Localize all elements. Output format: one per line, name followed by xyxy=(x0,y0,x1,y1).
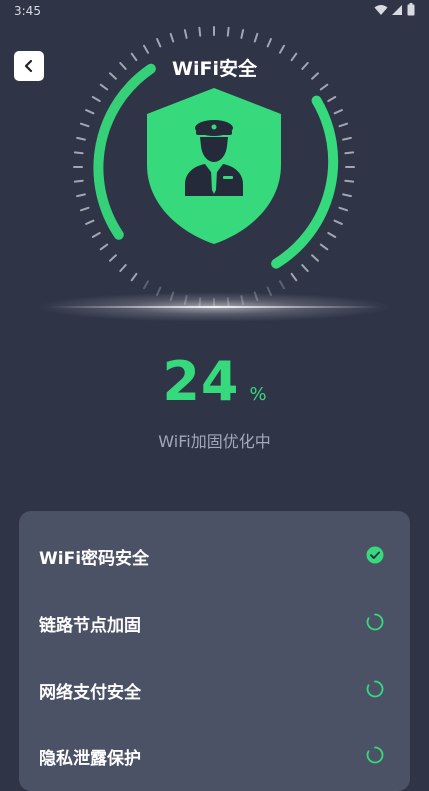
dial-tick xyxy=(143,44,149,54)
dial-tick xyxy=(319,83,329,91)
dial-tick xyxy=(91,232,101,238)
dial-tick xyxy=(143,280,149,290)
dial-tick xyxy=(301,264,309,272)
dial-tick xyxy=(73,151,84,155)
loading-spinner-icon xyxy=(366,680,384,698)
task-row: WiFi密码安全 xyxy=(19,535,410,575)
dial-tick xyxy=(226,26,230,37)
dial-tick xyxy=(85,109,95,115)
police-shield-icon xyxy=(147,88,281,244)
dial-tick xyxy=(344,151,355,155)
dial-tick xyxy=(266,38,272,48)
dial-tick xyxy=(338,122,349,128)
dial-tick xyxy=(156,38,162,48)
dial-tick xyxy=(342,193,352,198)
dial-tick xyxy=(130,272,138,282)
dial-tick xyxy=(240,29,245,39)
dial-tick xyxy=(333,219,343,225)
task-label: 链路节点加固 xyxy=(39,616,141,636)
page-title: WiFi安全 xyxy=(172,58,257,80)
dial-tick xyxy=(109,254,117,262)
dial-tick xyxy=(253,32,259,43)
progress-arc-left xyxy=(93,63,156,240)
dial-tick xyxy=(279,280,285,290)
dial-tick xyxy=(79,206,90,212)
dial-tick xyxy=(311,254,319,262)
task-label: WiFi密码安全 xyxy=(39,549,150,569)
dial-tick xyxy=(183,29,188,39)
dial-tick xyxy=(290,272,298,282)
task-list-card: WiFi密码安全 链路节点加固 网络支付安全 隐私泄露保护 xyxy=(19,511,410,791)
progress-arc-right xyxy=(271,95,339,269)
dial-tick xyxy=(91,96,101,102)
progress-percent: 24 xyxy=(162,350,240,413)
task-label: 网络支付安全 xyxy=(39,683,141,703)
dial-tick xyxy=(76,136,86,141)
task-row: 链路节点加固 xyxy=(19,602,410,642)
dial-tick xyxy=(79,122,90,128)
dial-tick xyxy=(333,109,343,115)
dial-tick xyxy=(99,243,109,251)
progress-unit: % xyxy=(249,384,267,405)
dial-tick xyxy=(73,179,84,183)
progress-readout: 24% xyxy=(0,350,429,414)
dial-tick xyxy=(338,206,349,212)
dial-glow-line xyxy=(50,306,380,308)
loading-spinner-icon xyxy=(366,746,384,764)
dial-tick xyxy=(85,219,95,225)
dial-tick xyxy=(327,96,337,102)
task-row: 网络支付安全 xyxy=(19,669,410,709)
task-label: 隐私泄露保护 xyxy=(39,749,141,769)
dial-tick xyxy=(99,83,109,91)
progress-status: WiFi加固优化中 xyxy=(158,432,271,451)
check-circle-icon xyxy=(366,546,384,564)
shield-dial xyxy=(73,26,355,308)
dial-tick xyxy=(76,193,86,198)
dial-tick xyxy=(198,26,202,37)
dial-tick xyxy=(342,136,352,141)
dial-tick xyxy=(119,264,127,272)
dial-tick xyxy=(344,179,355,183)
dial-tick xyxy=(327,232,337,238)
dial-tick xyxy=(169,32,175,43)
dial-tick xyxy=(319,243,329,251)
task-row: 隐私泄露保护 xyxy=(19,735,410,775)
loading-spinner-icon xyxy=(366,613,384,631)
dial-tick xyxy=(279,44,285,54)
